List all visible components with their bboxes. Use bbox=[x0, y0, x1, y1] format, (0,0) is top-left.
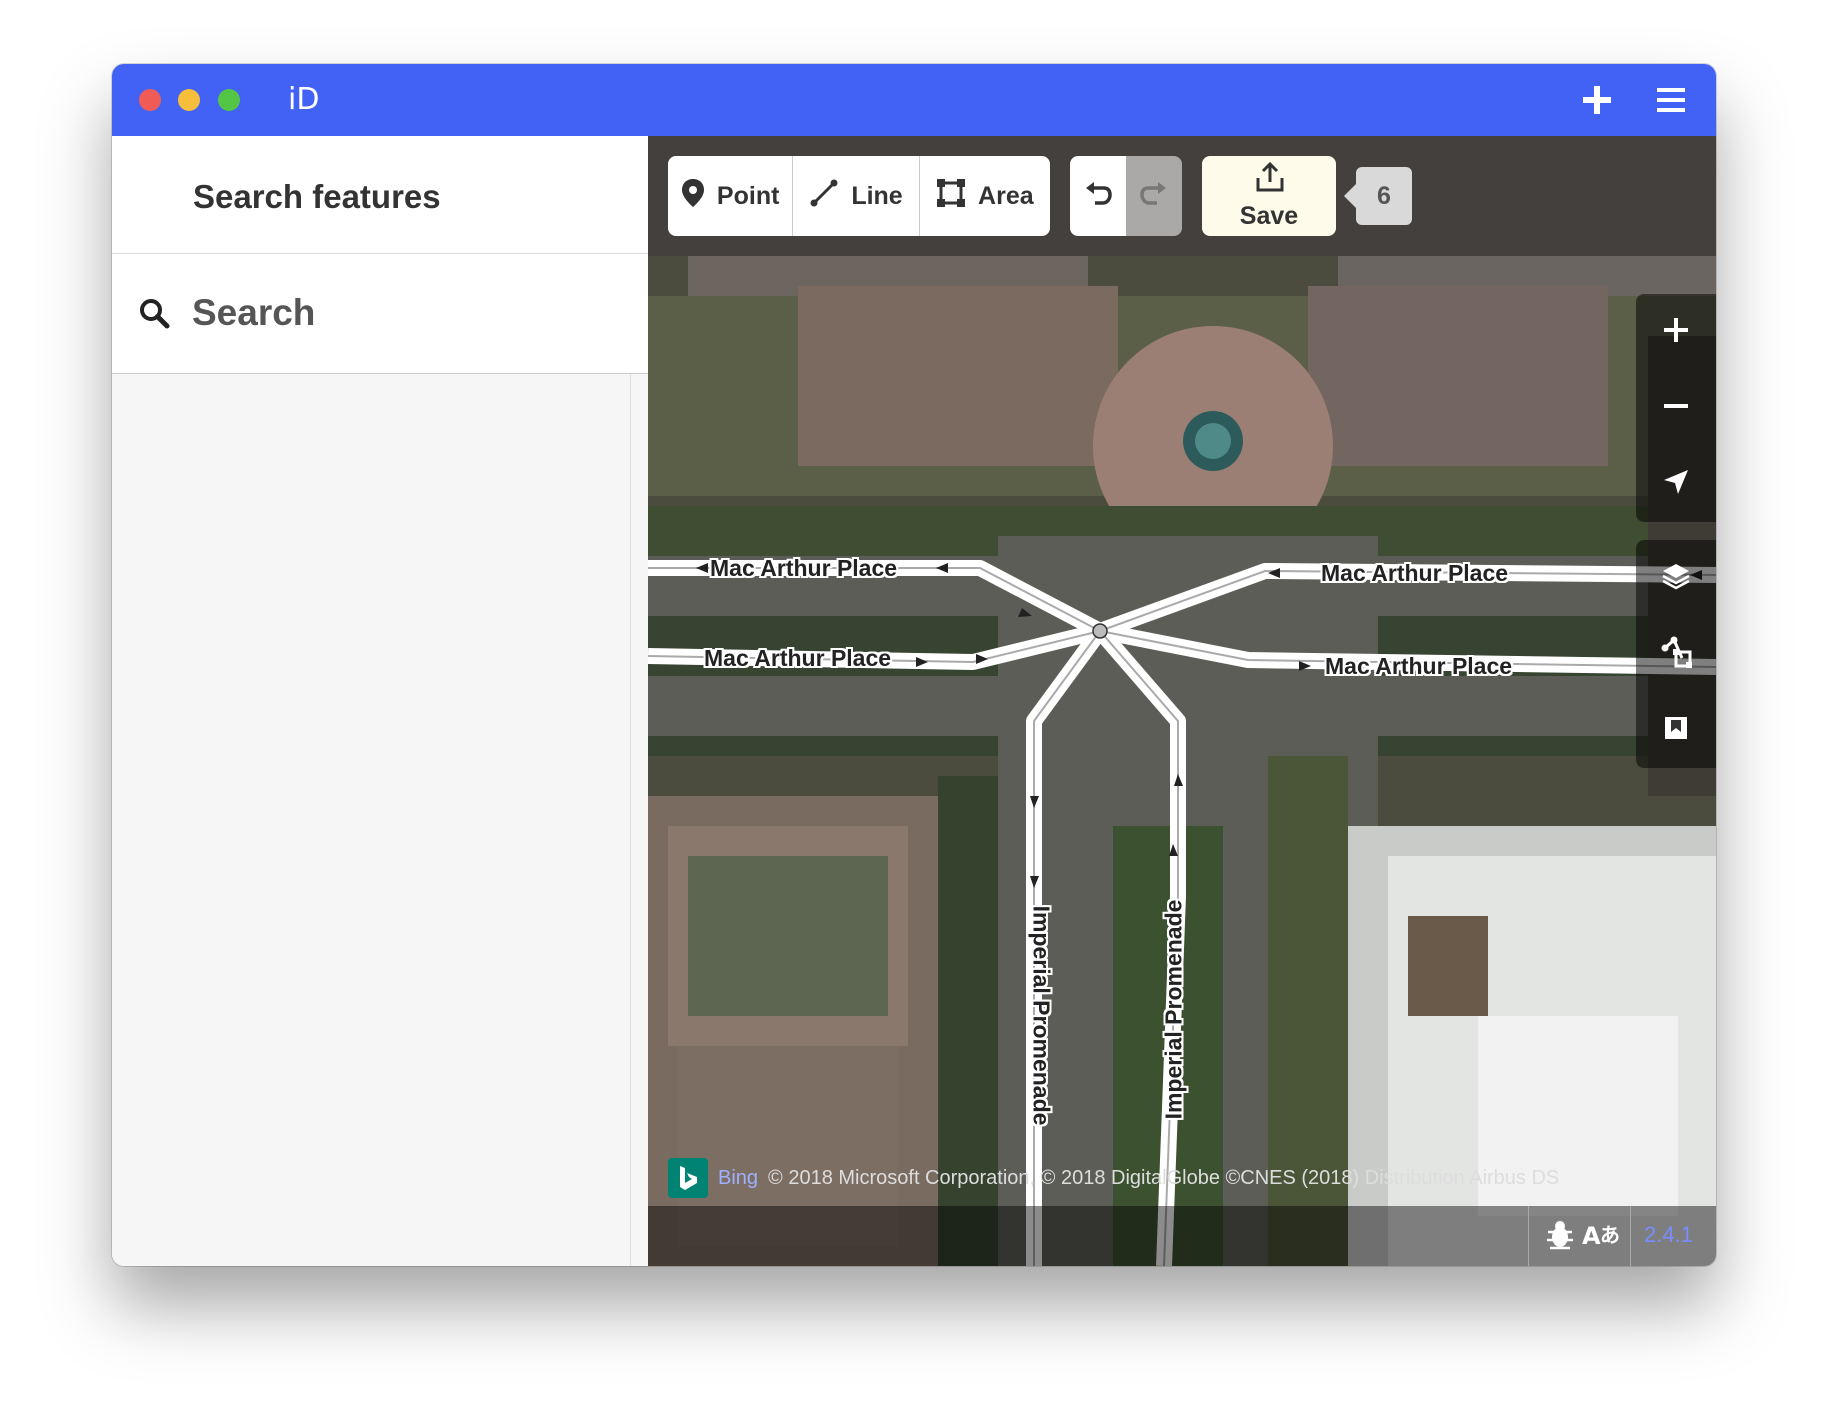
add-line-button[interactable]: Line bbox=[793, 156, 920, 236]
road-label: Imperial Promenade bbox=[1028, 905, 1055, 1126]
road-label: Mac Arthur Place bbox=[710, 555, 898, 581]
zoom-out-icon bbox=[1662, 392, 1690, 425]
sidebar: Search features bbox=[112, 136, 649, 1266]
search-icon bbox=[138, 297, 170, 334]
sidebar-header: Search features bbox=[112, 136, 648, 254]
map-controls bbox=[1636, 294, 1716, 792]
title-bar: iD bbox=[112, 64, 1716, 136]
undo-icon bbox=[1083, 179, 1113, 214]
footer-divider bbox=[1528, 1206, 1529, 1266]
add-line-label: Line bbox=[851, 181, 903, 210]
maximize-window-button[interactable] bbox=[218, 89, 240, 111]
upload-icon bbox=[1255, 161, 1285, 199]
area-icon bbox=[936, 178, 966, 215]
version-link[interactable]: 2.4.1 bbox=[1644, 1222, 1693, 1248]
road-label: Mac Arthur Place bbox=[704, 645, 892, 671]
search-row bbox=[112, 254, 648, 374]
hamburger-menu-icon[interactable] bbox=[1651, 80, 1691, 120]
line-icon bbox=[809, 178, 839, 215]
add-point-label: Point bbox=[716, 181, 780, 210]
app-title: iD bbox=[288, 82, 320, 117]
road-label: Mac Arthur Place bbox=[1321, 560, 1509, 586]
map-data-icon bbox=[1660, 636, 1692, 673]
add-area-label: Area bbox=[978, 181, 1034, 210]
footer-divider bbox=[1630, 1206, 1631, 1266]
bug-icon[interactable] bbox=[1544, 1218, 1576, 1255]
save-label: Save bbox=[1239, 202, 1299, 230]
plus-icon[interactable] bbox=[1577, 80, 1617, 120]
bing-logo-icon bbox=[668, 1158, 708, 1198]
map-canvas[interactable]: Mac Arthur Place Mac Arthur Place Mac Ar… bbox=[648, 136, 1716, 1266]
bing-link[interactable]: Bing bbox=[718, 1167, 758, 1190]
minimize-window-button[interactable] bbox=[178, 89, 200, 111]
undo-button[interactable] bbox=[1070, 156, 1126, 236]
background-layers-button[interactable] bbox=[1636, 540, 1716, 616]
geolocate-button[interactable] bbox=[1636, 446, 1716, 522]
layers-icon bbox=[1661, 561, 1691, 596]
edit-count-badge: 6 bbox=[1344, 167, 1412, 225]
svg-text:A: A bbox=[1582, 1222, 1601, 1250]
attribution-text: © 2018 Microsoft Corporation, © 2018 Dig… bbox=[768, 1166, 1560, 1189]
help-button[interactable] bbox=[1636, 692, 1716, 768]
zoom-in-button[interactable] bbox=[1636, 294, 1716, 370]
close-window-button[interactable] bbox=[139, 89, 161, 111]
road-label: Mac Arthur Place bbox=[1325, 653, 1513, 679]
redo-icon bbox=[1139, 179, 1169, 214]
road-label: Imperial Promenade bbox=[1160, 899, 1187, 1120]
sidebar-divider bbox=[630, 374, 631, 1266]
map-footer: Aあ 2.4.1 bbox=[648, 1206, 1716, 1266]
zoom-in-icon bbox=[1662, 316, 1690, 349]
imagery-attribution: Bing © 2018 Microsoft Corporation, © 201… bbox=[668, 1158, 1559, 1198]
svg-text:あ: あ bbox=[1600, 1223, 1620, 1247]
app-window: iD Search features Search Mac Arthur Pla… bbox=[112, 64, 1716, 1266]
geolocate-icon bbox=[1662, 468, 1690, 501]
undo-redo-group bbox=[1070, 156, 1182, 236]
zoom-out-button[interactable] bbox=[1636, 370, 1716, 446]
add-area-button[interactable]: Area bbox=[920, 156, 1050, 236]
mode-buttons: Point Line Area bbox=[668, 156, 1050, 236]
search-input[interactable] bbox=[190, 284, 614, 342]
redo-button[interactable] bbox=[1126, 156, 1182, 236]
add-point-button[interactable]: Point bbox=[668, 156, 794, 236]
footer-icons: Aあ bbox=[1544, 1218, 1622, 1255]
point-marker-icon bbox=[681, 178, 705, 215]
save-button[interactable]: Save bbox=[1202, 156, 1336, 236]
translate-icon[interactable]: Aあ bbox=[1582, 1218, 1622, 1255]
map-data-button[interactable] bbox=[1636, 616, 1716, 692]
help-icon bbox=[1662, 714, 1690, 747]
sidebar-title: Search features bbox=[193, 178, 441, 215]
